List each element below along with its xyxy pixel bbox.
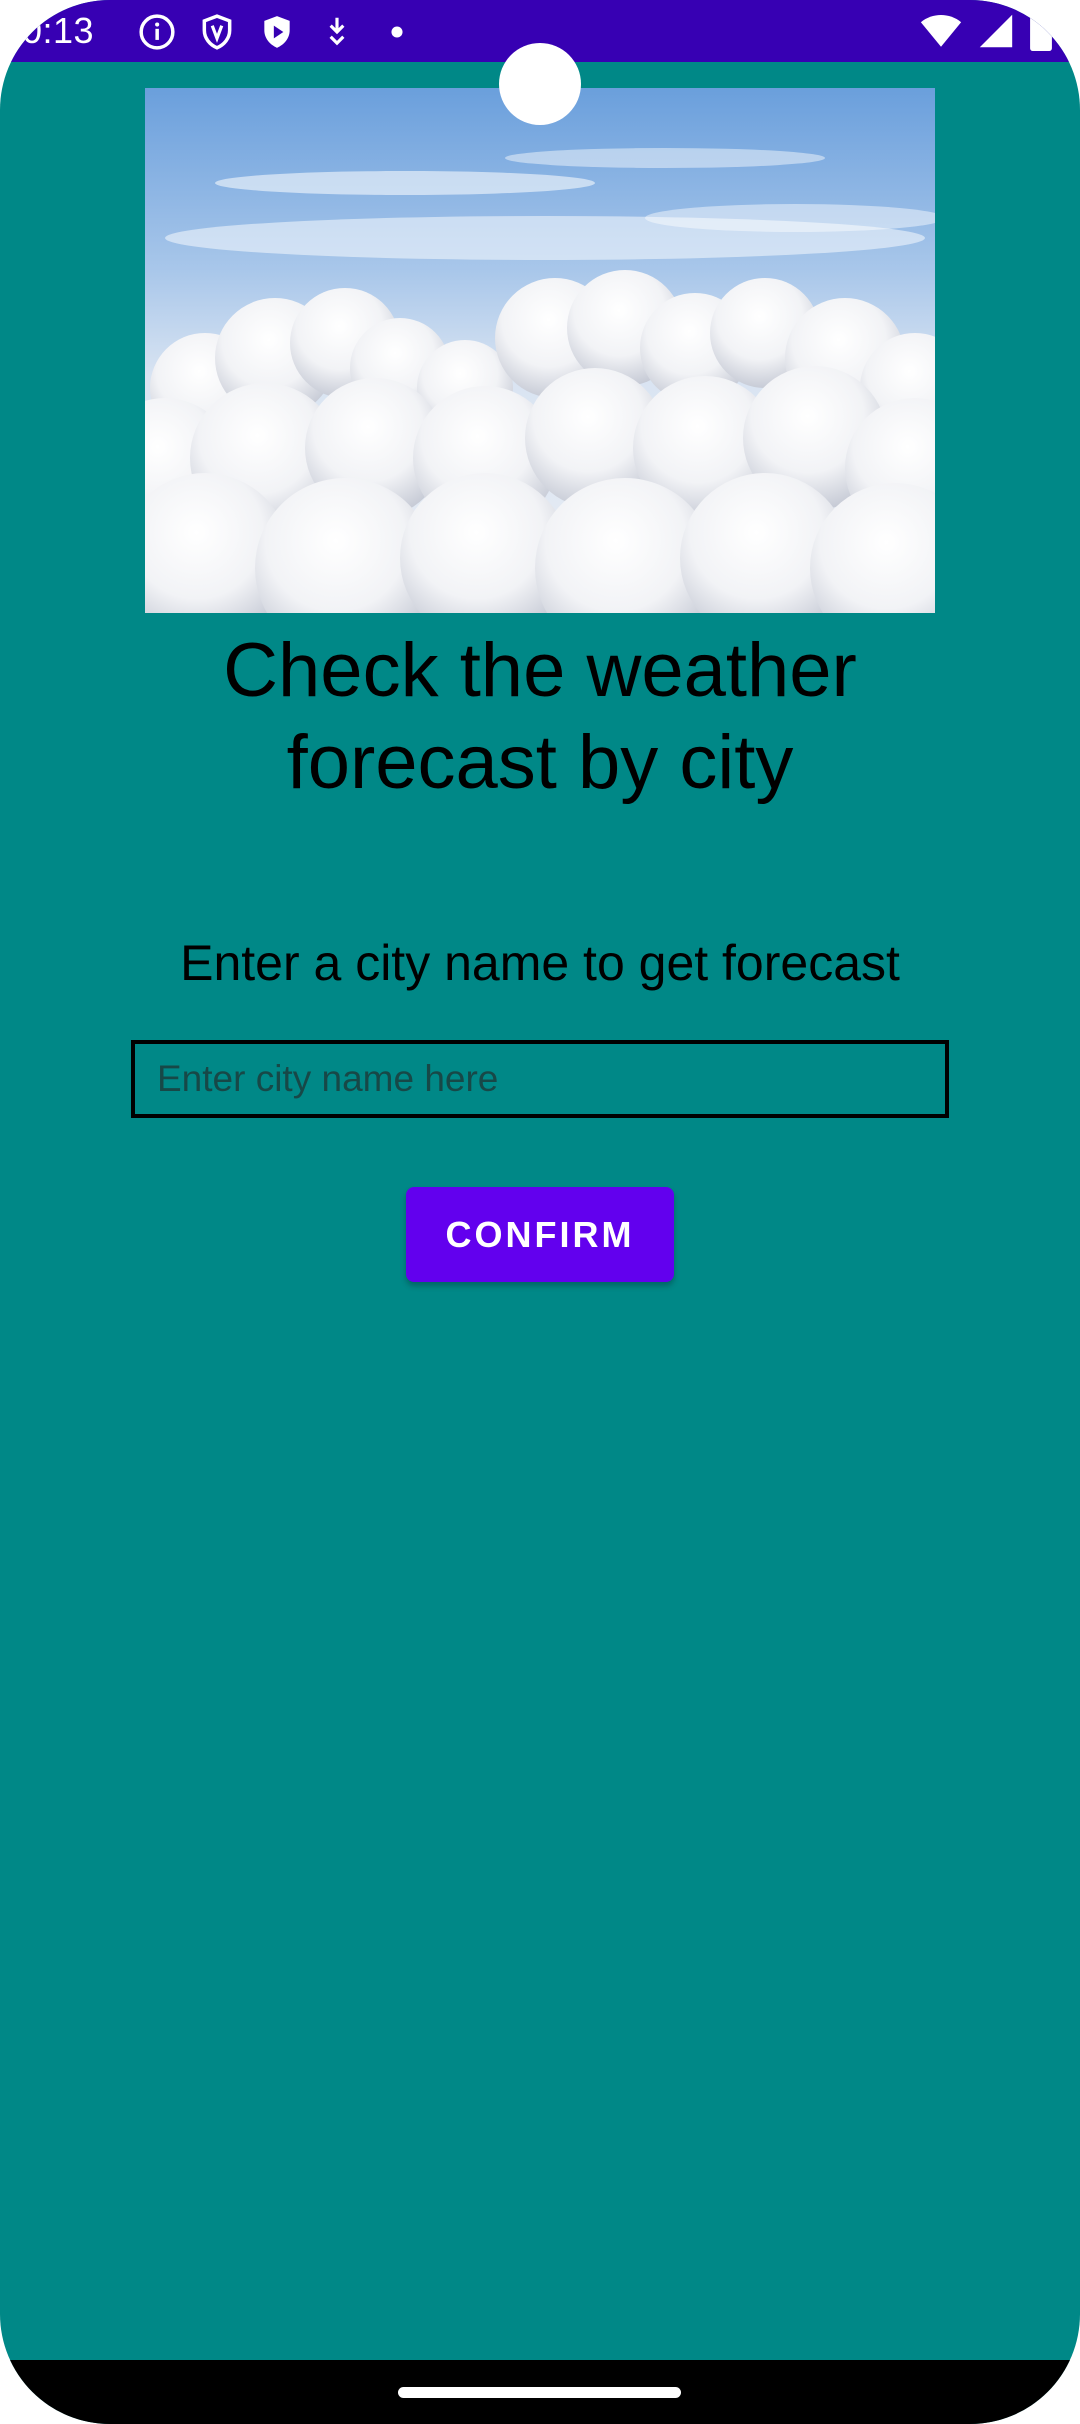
confirm-button[interactable]: CONFIRM — [406, 1187, 674, 1282]
city-prompt-label: Enter a city name to get forecast — [180, 935, 900, 991]
battery-icon — [1030, 11, 1052, 51]
app-screen: 0:13 Check the weather forecast by city … — [0, 0, 1080, 2424]
wifi-icon — [920, 15, 962, 47]
status-time: 0:13 — [22, 10, 95, 51]
play-shield-icon — [264, 16, 290, 48]
info-icon — [139, 14, 175, 50]
shield-icon — [202, 14, 232, 50]
camera-cutout — [499, 43, 581, 125]
device-frame: 0:13 Check the weather forecast by city … — [0, 0, 1080, 2424]
clouds-hero-image — [145, 88, 935, 613]
cell-signal-icon — [979, 14, 1013, 48]
page-title: Check the weather forecast by city — [223, 628, 857, 805]
dot-icon — [391, 26, 403, 38]
notification-icons — [138, 12, 416, 52]
download-icon — [329, 17, 345, 46]
home-gesture-handle[interactable] — [398, 2387, 681, 2398]
city-name-input[interactable] — [131, 1040, 949, 1118]
system-icons — [920, 10, 1052, 52]
